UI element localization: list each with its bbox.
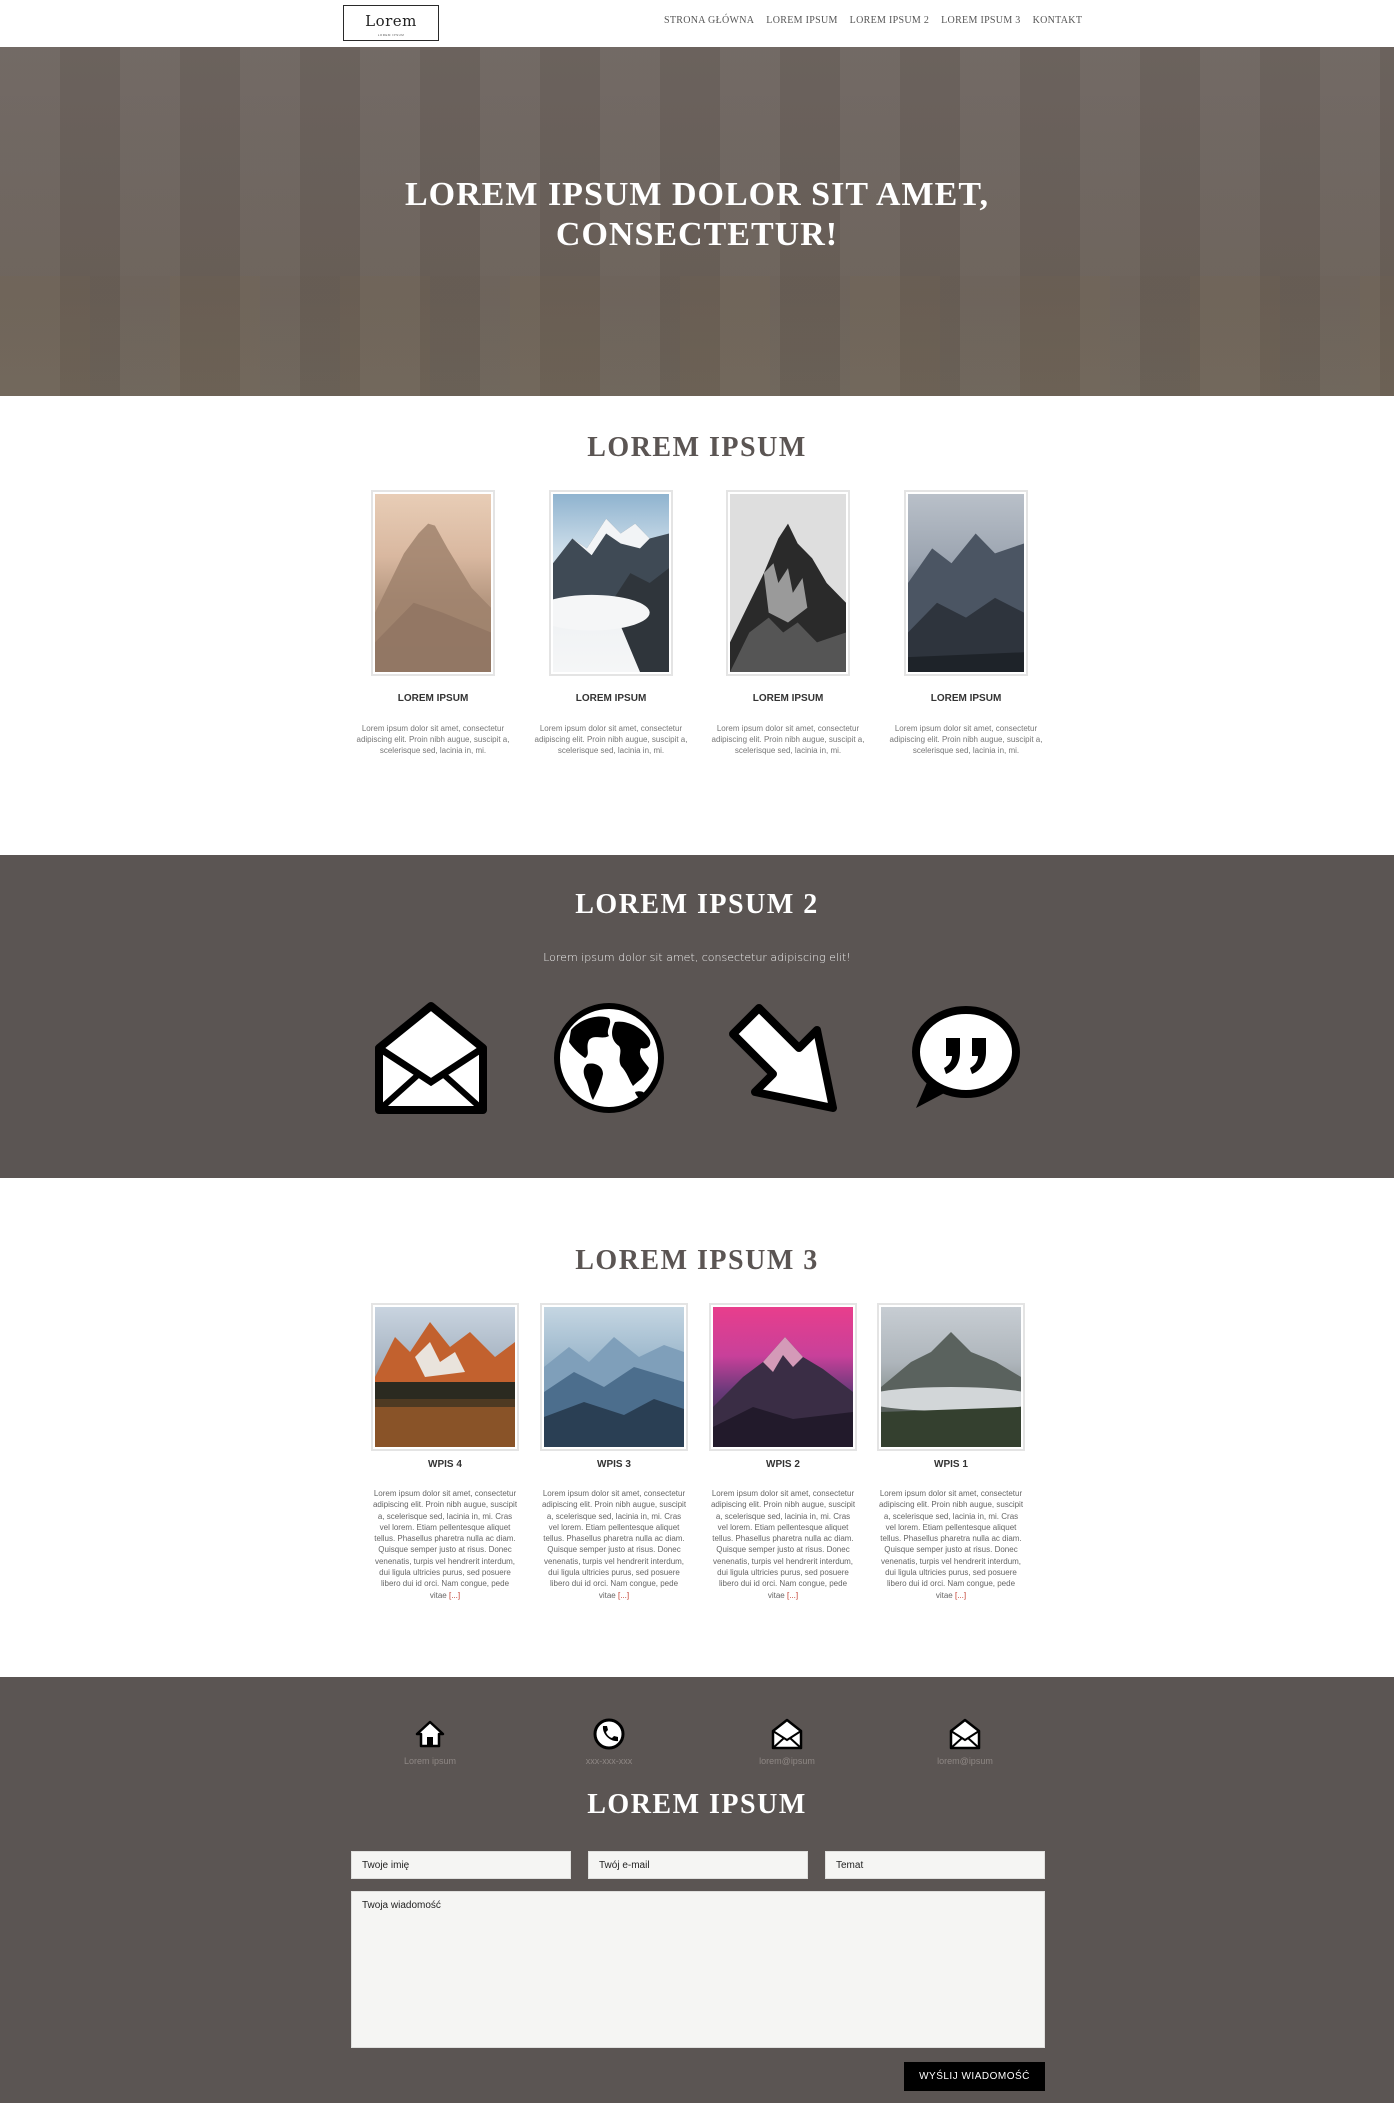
read-more-link[interactable]: [...]	[449, 1591, 460, 1600]
site-logo[interactable]: Lorem LOREM IPSUM	[343, 5, 439, 41]
blog-post-card: WPIS 2 Lorem ipsum dolor sit amet, conse…	[708, 1303, 858, 1601]
contact-email-label: lorem@ipsum	[759, 1756, 815, 1766]
post-excerpt-text: Lorem ipsum dolor sit amet, consectetur …	[878, 1489, 1024, 1600]
post-title[interactable]: WPIS 1	[876, 1459, 1026, 1470]
name-field[interactable]	[351, 1851, 571, 1879]
arrow-down-right-icon[interactable]	[729, 1000, 845, 1116]
feature-text: Lorem ipsum dolor sit amet, consectetur …	[889, 724, 1043, 755]
mountain-photo	[908, 494, 1024, 672]
contact-phone-label: xxx-xxx-xxx	[585, 1756, 633, 1766]
post-title[interactable]: WPIS 2	[708, 1459, 858, 1470]
nav-item-lorem-ipsum-3[interactable]: LOREM IPSUM 3	[941, 15, 1020, 26]
logo-subtitle: LOREM IPSUM	[377, 33, 405, 37]
mountain-photo	[375, 494, 491, 672]
feature-text: Lorem ipsum dolor sit amet, consectetur …	[356, 724, 510, 755]
message-field[interactable]	[351, 1891, 1045, 2048]
contact-address-label: Lorem ipsum	[403, 1756, 457, 1766]
feature-image[interactable]	[371, 490, 495, 676]
site-header: Lorem LOREM IPSUM STRONA GŁÓWNA LOREM IP…	[0, 0, 1394, 47]
main-nav: STRONA GŁÓWNA LOREM IPSUM LOREM IPSUM 2 …	[664, 15, 1082, 26]
mountain-photo	[730, 494, 846, 672]
section1-title: LOREM IPSUM	[587, 432, 807, 463]
feature-image[interactable]	[904, 490, 1028, 676]
post-excerpt-text: Lorem ipsum dolor sit amet, consectetur …	[710, 1489, 856, 1600]
feature-label: LOREM IPSUM	[930, 693, 1002, 704]
subject-field[interactable]	[825, 1851, 1045, 1879]
read-more-link[interactable]: [...]	[955, 1591, 966, 1600]
post-title[interactable]: WPIS 3	[539, 1459, 689, 1470]
contact-address: Lorem ipsum	[360, 1717, 500, 1766]
post-excerpt: Lorem ipsum dolor sit amet, consectetur …	[708, 1488, 858, 1601]
post-thumbnail[interactable]	[540, 1303, 688, 1451]
blog-post-card: WPIS 1 Lorem ipsum dolor sit amet, conse…	[861, 1303, 1041, 1601]
feature-card: LOREM IPSUM Lorem ipsum dolor sit amet, …	[531, 490, 691, 756]
envelope-icon	[771, 1718, 803, 1750]
send-message-button[interactable]: WYŚLIJ WIADOMOŚĆ	[904, 2062, 1045, 2091]
mountain-photo	[375, 1307, 515, 1447]
section2-subtitle: Lorem ipsum dolor sit amet, consectetur …	[543, 951, 851, 964]
feature-card: LOREM IPSUM Lorem ipsum dolor sit amet, …	[886, 490, 1046, 756]
hero-title-line2: CONSECTETUR!	[555, 216, 839, 253]
blog-post-card: WPIS 4 Lorem ipsum dolor sit amet, conse…	[370, 1303, 520, 1601]
contact-footer: Lorem ipsum xxx-xxx-xxx lorem@ipsum lore…	[0, 1677, 1394, 2103]
home-icon	[415, 1720, 445, 1748]
contact-phone: xxx-xxx-xxx	[539, 1717, 679, 1766]
hero-title: LOREM IPSUM DOLOR SIT AMET, CONSECTETUR!	[0, 175, 1394, 255]
email-field[interactable]	[588, 1851, 808, 1879]
feature-card: LOREM IPSUM Lorem ipsum dolor sit amet, …	[353, 490, 513, 756]
feature-text: Lorem ipsum dolor sit amet, consectetur …	[534, 724, 688, 755]
post-excerpt: Lorem ipsum dolor sit amet, consectetur …	[876, 1488, 1026, 1601]
globe-icon[interactable]	[551, 1000, 667, 1116]
mountain-photo	[861, 1307, 1041, 1447]
quote-bubble-icon[interactable]	[906, 1000, 1022, 1116]
feature-label: LOREM IPSUM	[575, 693, 647, 704]
post-thumbnail[interactable]	[709, 1303, 857, 1451]
mountain-photo	[544, 1307, 684, 1447]
post-excerpt-text: Lorem ipsum dolor sit amet, consectetur …	[541, 1489, 687, 1600]
section2-title: LOREM IPSUM 2	[575, 889, 819, 920]
envelope-icon[interactable]	[373, 1000, 489, 1116]
feature-image[interactable]	[726, 490, 850, 676]
services-section: LOREM IPSUM 2 Lorem ipsum dolor sit amet…	[0, 855, 1394, 1178]
post-thumbnail[interactable]	[861, 1303, 1041, 1451]
feature-text: Lorem ipsum dolor sit amet, consectetur …	[711, 724, 865, 755]
logo-title: Lorem	[365, 12, 417, 30]
nav-item-lorem-ipsum-2[interactable]: LOREM IPSUM 2	[850, 15, 929, 26]
read-more-link[interactable]: [...]	[787, 1591, 798, 1600]
blog-post-card: WPIS 3 Lorem ipsum dolor sit amet, conse…	[539, 1303, 689, 1601]
nav-item-lorem-ipsum[interactable]: LOREM IPSUM	[766, 15, 837, 26]
feature-image[interactable]	[533, 490, 673, 676]
nav-item-contact[interactable]: KONTAKT	[1033, 15, 1083, 26]
hero-title-line1: LOREM IPSUM DOLOR SIT AMET,	[405, 176, 989, 213]
post-thumbnail[interactable]	[371, 1303, 519, 1451]
post-excerpt: Lorem ipsum dolor sit amet, consectetur …	[539, 1488, 689, 1601]
contact-email-2-label: lorem@ipsum	[937, 1756, 993, 1766]
hero-banner: LOREM IPSUM DOLOR SIT AMET, CONSECTETUR!	[0, 47, 1394, 396]
feature-label: LOREM IPSUM	[397, 693, 469, 704]
contact-email-2: lorem@ipsum	[895, 1717, 1035, 1766]
nav-item-home[interactable]: STRONA GŁÓWNA	[664, 15, 754, 26]
phone-icon	[593, 1718, 625, 1750]
post-excerpt: Lorem ipsum dolor sit amet, consectetur …	[370, 1488, 520, 1601]
feature-label: LOREM IPSUM	[752, 693, 824, 704]
post-excerpt-text: Lorem ipsum dolor sit amet, consectetur …	[372, 1489, 518, 1600]
read-more-link[interactable]: [...]	[618, 1591, 629, 1600]
post-title[interactable]: WPIS 4	[370, 1459, 520, 1470]
feature-card: LOREM IPSUM Lorem ipsum dolor sit amet, …	[708, 490, 868, 756]
contact-form-title: LOREM IPSUM	[587, 1789, 807, 1820]
mountain-photo	[533, 494, 669, 672]
envelope-icon	[949, 1718, 981, 1750]
contact-email: lorem@ipsum	[717, 1717, 857, 1766]
mountain-photo	[713, 1307, 853, 1447]
section3-title: LOREM IPSUM 3	[575, 1245, 819, 1276]
